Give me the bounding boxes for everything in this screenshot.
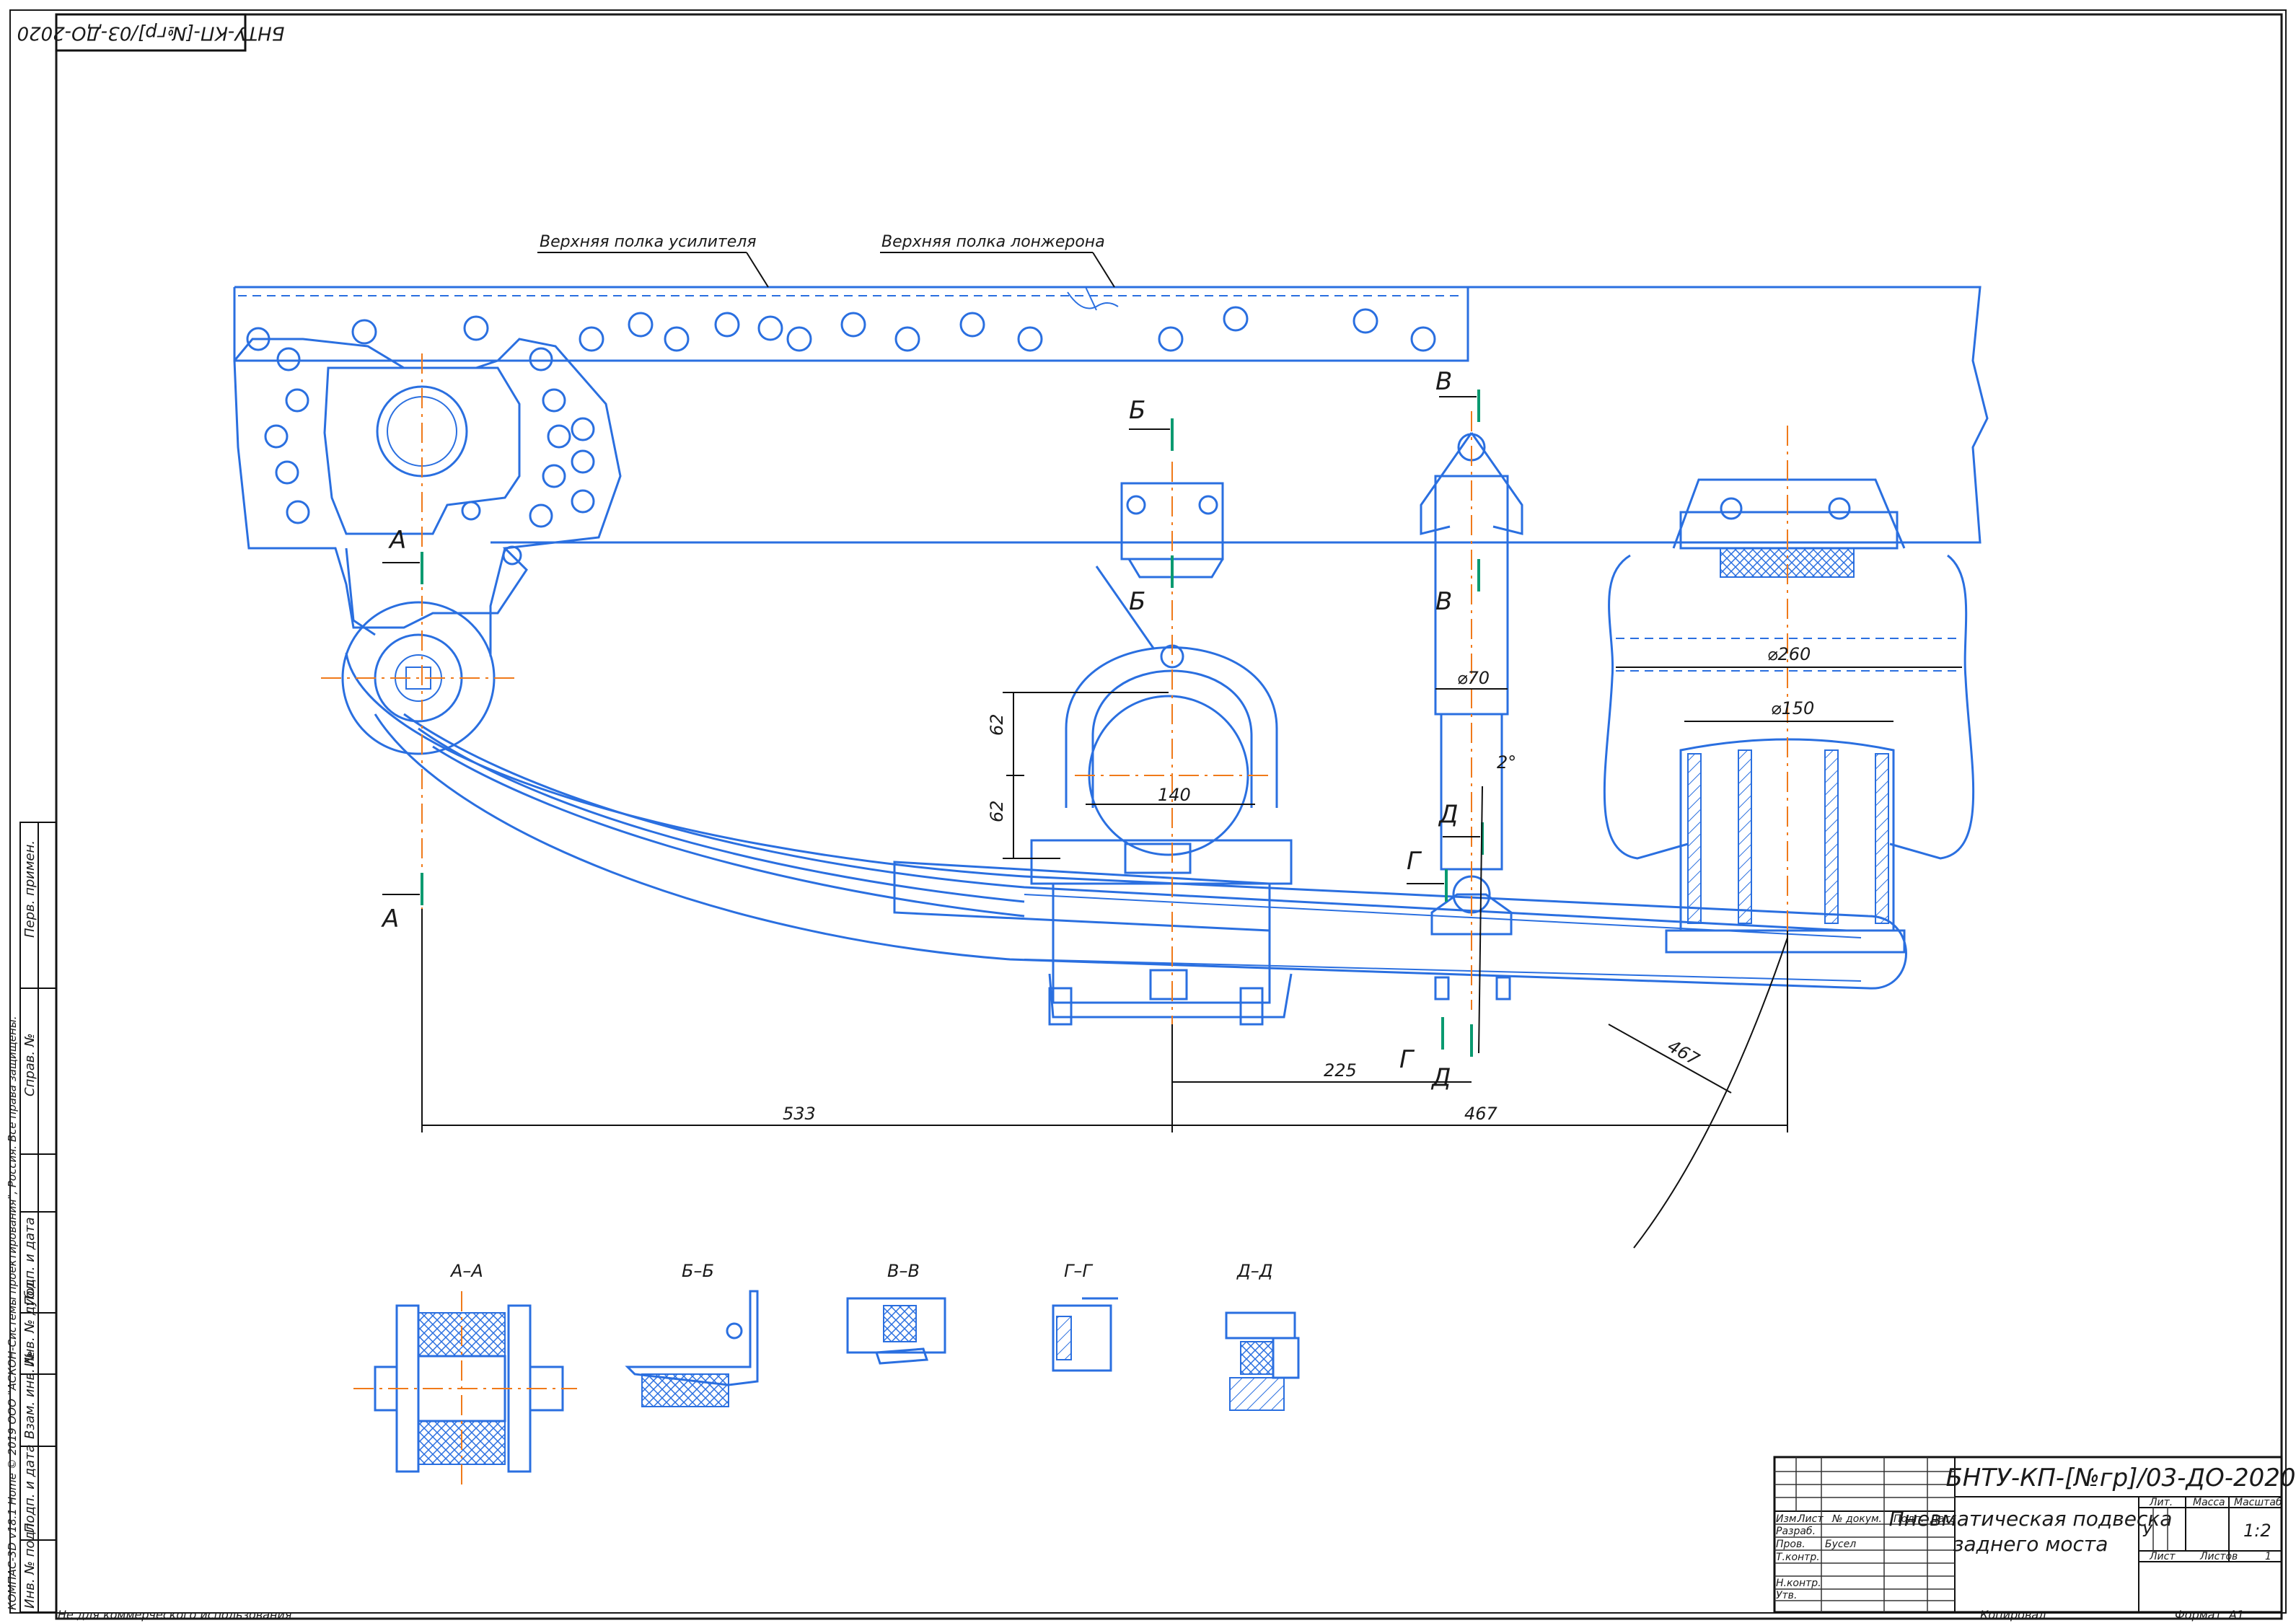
tb-lit: Лит. xyxy=(2149,1497,2173,1508)
stamp-rotated-text: БНТУ-КП-[№гр]/03-ДО-2020 xyxy=(17,22,285,44)
mark-b-bottom: Б xyxy=(1129,587,1145,616)
dim-r467: 467 xyxy=(1664,1036,1703,1070)
footer-format-label: Формат xyxy=(2175,1608,2222,1622)
dim-62-bottom: 62 xyxy=(987,800,1007,822)
tb-listov-value: 1 xyxy=(2265,1551,2271,1562)
tb-list: Лист xyxy=(2149,1551,2176,1562)
dim-140: 140 xyxy=(1158,785,1191,805)
tb-row-utv: Утв. xyxy=(1776,1590,1797,1601)
footer-kopiroval: Копировал xyxy=(1980,1608,2046,1622)
outer-frame xyxy=(9,9,2287,1614)
tb-name-line2: заднего моста xyxy=(1953,1532,2108,1556)
side-kompas: КОМПАС-3D v18.1 Home © 2019 ООО "АСКОН-С… xyxy=(6,1016,19,1610)
tb-row-razrab: Разраб. xyxy=(1776,1526,1816,1537)
frame-side-member xyxy=(233,286,1989,544)
section-gg: Г–Г xyxy=(1052,1261,1118,1372)
section-bb-title: Б–Б xyxy=(682,1261,714,1281)
mark-b-top: Б xyxy=(1129,396,1145,425)
tb-col-list: Лист xyxy=(1797,1513,1824,1525)
side-stamp: Перв. примен. Справ. № Подп. и дата Инв.… xyxy=(6,822,57,1613)
side-sprav: Справ. № xyxy=(22,1033,38,1096)
dim-d260: ⌀260 xyxy=(1767,644,1811,664)
drawing-sheet: БНТУ-КП-[№гр]/03-ДО-2020 А А Б Б В В Г Г… xyxy=(6,9,2296,1622)
section-gg-title: Г–Г xyxy=(1064,1261,1093,1281)
section-markers: А А Б Б В В Г Г Д Д xyxy=(381,367,1484,1092)
tb-col-izm: Изм. xyxy=(1776,1513,1800,1525)
side-inv-podl: Инв. № подл. xyxy=(22,1519,38,1609)
front-bracket xyxy=(233,338,622,755)
dim-d70: ⌀70 xyxy=(1457,668,1490,688)
top-left-stamp: БНТУ-КП-[№гр]/03-ДО-2020 xyxy=(17,13,285,52)
tb-name-line1: Пневматическая подвеска xyxy=(1889,1507,2173,1531)
dimensions: 62 62 140 ⌀70 ⌀260 ⌀150 2° 225 533 467 4… xyxy=(421,644,1962,1249)
section-aa-title: А–А xyxy=(449,1261,483,1281)
section-vv-title: В–В xyxy=(887,1261,920,1281)
footer-format-value: А1 xyxy=(2228,1608,2244,1622)
mark-g-bottom: Г xyxy=(1399,1045,1415,1074)
tb-masshtab: Масштаб xyxy=(2234,1497,2282,1508)
mark-a-bottom: А xyxy=(381,905,399,933)
dim-62-top: 62 xyxy=(987,713,1007,736)
side-perv-primen: Перв. примен. xyxy=(22,840,38,938)
tb-lit-value: У xyxy=(2142,1523,2153,1541)
leader-labels: Верхняя полка усилителя Верхняя полка ло… xyxy=(537,233,1115,288)
section-aa: А–А xyxy=(353,1261,577,1486)
mark-d-bottom: Д xyxy=(1430,1063,1451,1092)
tb-row-prov: Пров. xyxy=(1776,1539,1805,1550)
tb-row-nkontr: Н.контр. xyxy=(1776,1578,1821,1589)
section-bb: Б–Б xyxy=(625,1261,759,1407)
mark-v-top: В xyxy=(1435,367,1452,396)
tb-col-ndoc: № докум. xyxy=(1831,1513,1882,1525)
rivet-holes xyxy=(246,306,1436,352)
tb-code: БНТУ-КП-[№гр]/03-ДО-2020 xyxy=(1945,1464,2295,1492)
tb-row-tkontr: Т.контр. xyxy=(1776,1552,1820,1563)
section-dd: Д–Д xyxy=(1225,1261,1300,1411)
dim-467: 467 xyxy=(1464,1104,1498,1124)
footer-noncommercial: Не для коммерческого использования xyxy=(58,1608,292,1622)
tb-masshtab-value: 1:2 xyxy=(2243,1521,2271,1541)
mark-v-bottom: В xyxy=(1435,587,1452,616)
section-dd-title: Д–Д xyxy=(1236,1261,1273,1281)
side-vzam-inv: Взам. инв. № xyxy=(22,1351,38,1439)
mark-g-top: Г xyxy=(1407,847,1422,876)
dim-d150: ⌀150 xyxy=(1771,698,1814,718)
dim-225: 225 xyxy=(1324,1060,1357,1081)
label-reinforcement-flange: Верхняя полка усилителя xyxy=(540,233,757,251)
inner-frame xyxy=(55,13,2283,1620)
mark-d-top: Д xyxy=(1438,800,1459,829)
title-block: БНТУ-КП-[№гр]/03-ДО-2020 Изм. Лист № док… xyxy=(1773,1456,2296,1614)
label-side-member-flange: Верхняя полка лонжерона xyxy=(881,233,1105,251)
tb-massa: Масса xyxy=(2193,1497,2225,1508)
leaf-spring xyxy=(345,652,1907,990)
mark-a-top: А xyxy=(388,526,406,555)
section-vv: В–В xyxy=(846,1261,946,1365)
tb-prov-name: Бусел xyxy=(1825,1539,1856,1550)
dim-533: 533 xyxy=(783,1104,816,1124)
tb-listov: Листов xyxy=(2199,1551,2238,1562)
dim-angle: 2° xyxy=(1497,752,1516,773)
axle-clamp xyxy=(1030,482,1293,1026)
